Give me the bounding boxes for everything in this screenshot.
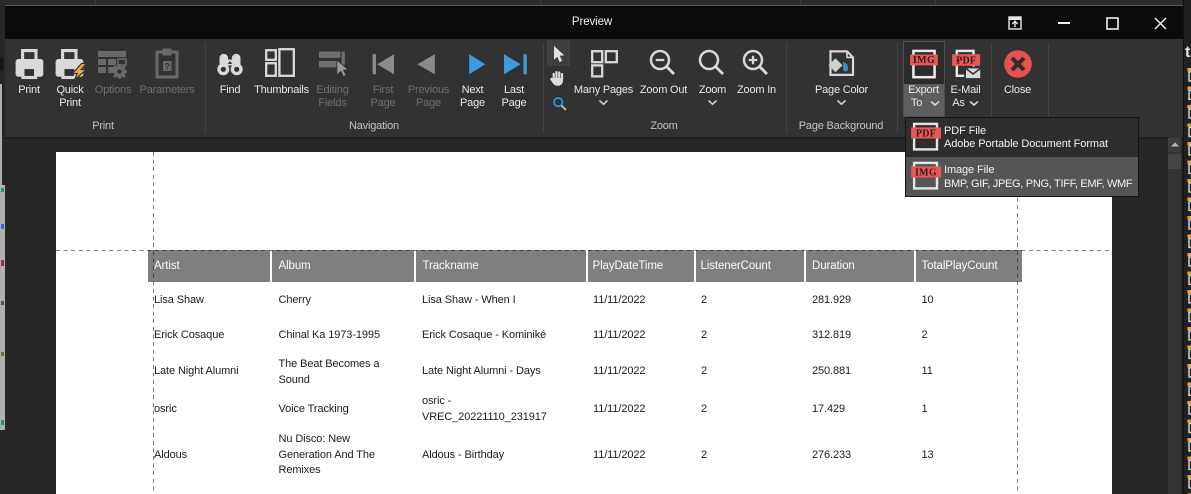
svg-text:IMG: IMG [913, 55, 935, 66]
svg-text:IMG: IMG [915, 167, 937, 178]
svg-text:PDF: PDF [956, 55, 976, 66]
svg-text:PDF: PDF [916, 128, 936, 139]
svg-text:?: ? [164, 61, 170, 71]
